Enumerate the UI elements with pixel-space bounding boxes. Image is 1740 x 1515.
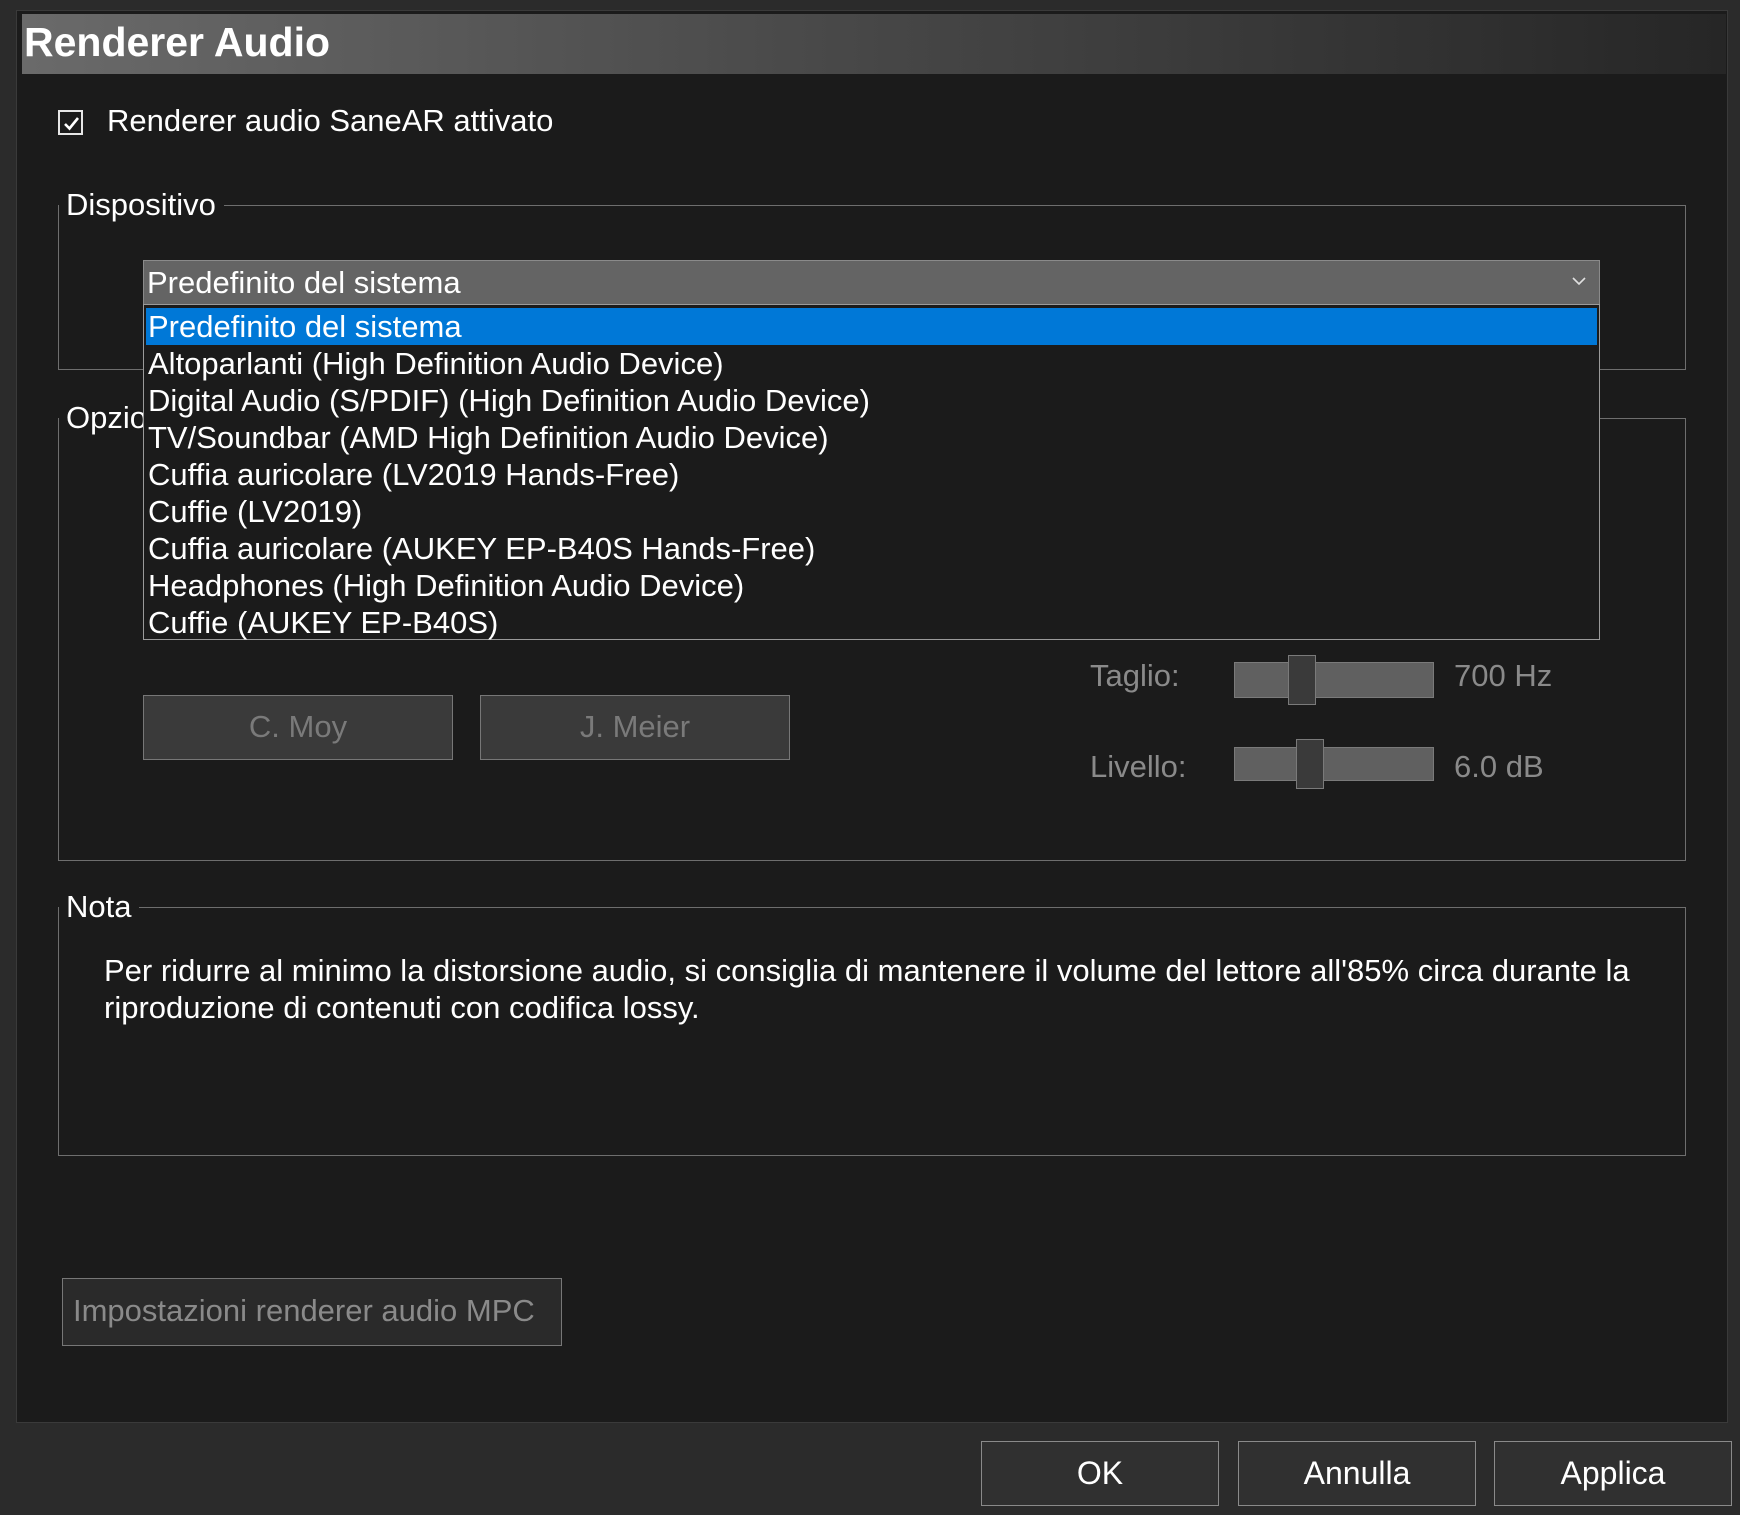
cutoff-slider-thumb[interactable] — [1288, 655, 1316, 705]
level-value: 6.0 dB — [1454, 749, 1544, 784]
device-option[interactable]: Cuffie (LV2019) — [146, 493, 1597, 530]
apply-label: Applica — [1560, 1455, 1666, 1491]
cancel-button[interactable]: Annulla — [1238, 1441, 1476, 1506]
cancel-label: Annulla — [1303, 1455, 1411, 1491]
checkmark-icon — [64, 117, 80, 131]
enable-renderer-label[interactable]: Renderer audio SaneAR attivato — [107, 102, 553, 140]
mpc-audio-settings-button[interactable]: Impostazioni renderer audio MPC — [62, 1278, 562, 1346]
device-option[interactable]: Headphones (High Definition Audio Device… — [146, 567, 1597, 604]
cutoff-value: 700 Hz — [1454, 658, 1553, 693]
jmeier-preset-button[interactable]: J. Meier — [480, 695, 790, 760]
note-text: Per ridurre al minimo la distorsione aud… — [104, 953, 1630, 1025]
page-title-bar: Renderer Audio — [22, 14, 1726, 74]
device-option-system-default[interactable]: Predefinito del sistema — [146, 308, 1597, 345]
level-label: Livello: — [1090, 749, 1187, 784]
device-select[interactable]: Predefinito del sistema — [143, 260, 1600, 305]
device-option[interactable]: Cuffia auricolare (LV2019 Hands-Free) — [146, 456, 1597, 493]
cutoff-label: Taglio: — [1090, 658, 1180, 693]
device-option[interactable]: Altoparlanti (High Definition Audio Devi… — [146, 345, 1597, 382]
device-option[interactable]: Cuffie (AUKEY EP-B40S) — [146, 604, 1597, 641]
device-dropdown-list: Predefinito del sistema Altoparlanti (Hi… — [143, 304, 1600, 640]
level-slider[interactable] — [1234, 739, 1434, 789]
cmoy-preset-label: C. Moy — [248, 709, 348, 744]
ok-label: OK — [1076, 1455, 1124, 1491]
dialog-footer — [0, 1425, 1740, 1515]
page-title: Renderer Audio — [24, 19, 331, 65]
device-option[interactable]: TV/Soundbar (AMD High Definition Audio D… — [146, 419, 1597, 456]
device-option[interactable]: Digital Audio (S/PDIF) (High Definition … — [146, 382, 1597, 419]
cmoy-preset-button[interactable]: C. Moy — [143, 695, 453, 760]
enable-renderer-checkbox[interactable] — [58, 110, 83, 135]
options-group-title: Opzio — [59, 399, 155, 437]
device-option[interactable]: Cuffia auricolare (AUKEY EP-B40S Hands-F… — [146, 530, 1597, 567]
cutoff-slider[interactable] — [1234, 655, 1434, 705]
ok-button[interactable]: OK — [981, 1441, 1219, 1506]
note-group — [58, 907, 1686, 1156]
mpc-audio-settings-label: Impostazioni renderer audio MPC — [73, 1293, 535, 1328]
jmeier-preset-label: J. Meier — [579, 709, 691, 744]
note-group-title: Nota — [59, 888, 140, 926]
apply-button[interactable]: Applica — [1494, 1441, 1732, 1506]
chevron-down-icon — [1572, 277, 1586, 286]
device-group-title: Dispositivo — [59, 186, 224, 224]
level-slider-thumb[interactable] — [1296, 739, 1324, 789]
device-select-value: Predefinito del sistema — [147, 265, 461, 300]
